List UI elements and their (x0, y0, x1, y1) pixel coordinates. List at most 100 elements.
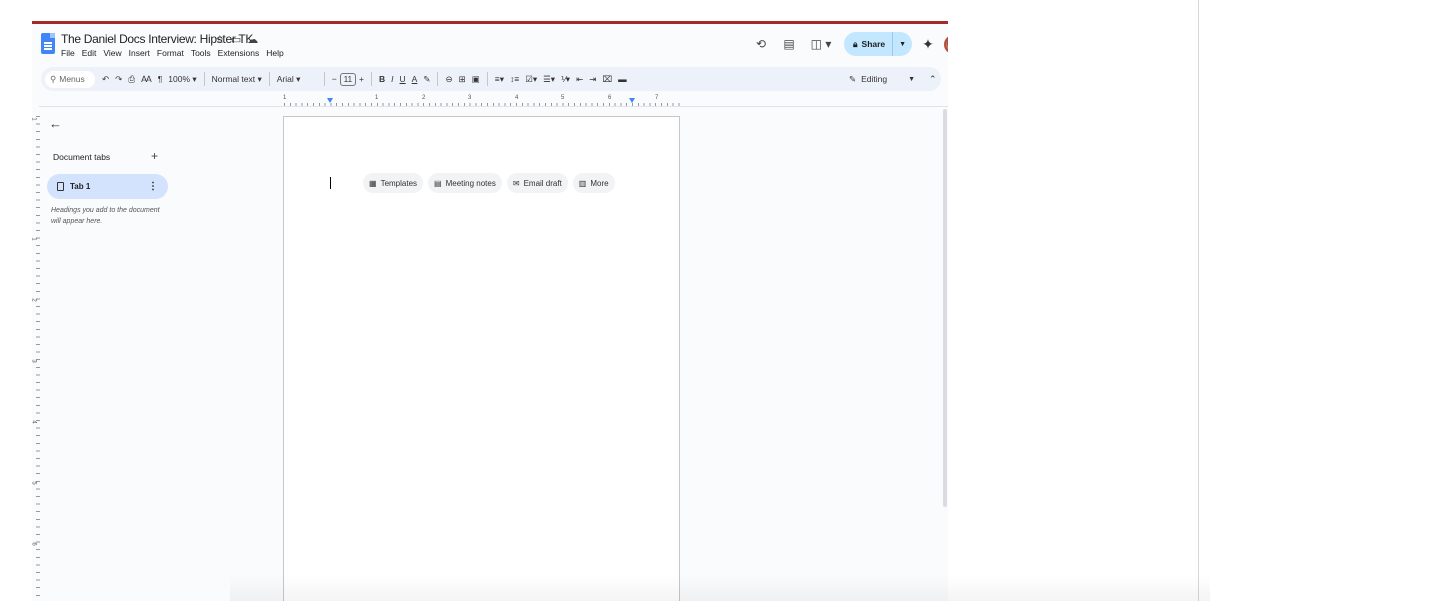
editing-mode-select[interactable]: ✎ Editing ▼ (849, 74, 915, 85)
vertical-scrollbar[interactable] (943, 109, 947, 507)
email-icon: ✉ (512, 178, 520, 188)
tab-more-options-icon[interactable]: ⋮ (148, 181, 158, 192)
toolbar-divider (203, 72, 205, 86)
zoom-value: 100% (168, 73, 191, 84)
toolbar-divider (268, 72, 270, 86)
gemini-icon[interactable]: ✦ (922, 36, 934, 53)
undo-icon[interactable]: ↶ (99, 74, 112, 85)
ruler-mark: 5 (32, 481, 37, 484)
menu-extensions[interactable]: Extensions (218, 48, 260, 58)
menu-edit[interactable]: Edit (82, 48, 97, 58)
templates-chip[interactable]: ▦ Templates (363, 173, 424, 193)
move-folder-icon[interactable]: ▭ (231, 33, 241, 46)
underline-icon[interactable]: U (397, 74, 409, 84)
menu-bar: File Edit View Insert Format Tools Exten… (61, 48, 284, 58)
ruler-mark: 1 (32, 237, 37, 240)
checklist-icon[interactable]: ☑▾ (522, 74, 540, 85)
window-divider (1198, 0, 1199, 601)
toolbar-divider (486, 72, 488, 86)
ruler-mark: 6 (608, 95, 612, 101)
spellcheck-icon[interactable]: Ꜳ (138, 74, 155, 85)
toolbar: ⚲ Menus ↶ ↷ ⎙ Ꜳ ¶ 100% ▾ Normal text ▾ A… (41, 67, 941, 91)
italic-icon[interactable]: I (388, 74, 396, 84)
pencil-icon: ✎ (849, 73, 857, 84)
collapse-menus-icon[interactable]: ⌃ (929, 74, 937, 85)
numbered-list-icon[interactable]: ⅟▾ (558, 74, 573, 85)
search-icon: ⚲ (50, 73, 57, 84)
menu-insert[interactable]: Insert (129, 48, 150, 58)
text-cursor (330, 177, 331, 189)
share-button[interactable]: 🔒︎ Share ▼ (844, 32, 913, 56)
chip-label: More (590, 178, 609, 188)
menu-view[interactable]: View (103, 48, 121, 58)
version-history-icon[interactable]: ⟲ (752, 37, 770, 51)
add-comment-icon[interactable]: ⊞ (456, 74, 469, 85)
redo-icon[interactable]: ↷ (112, 74, 125, 85)
vertical-ruler[interactable]: 1 1 2 3 4 5 6 (32, 116, 40, 601)
input-tools-icon[interactable]: ▬ (615, 74, 630, 84)
ruler-mark: 1 (32, 117, 37, 120)
chip-label: Templates (380, 178, 418, 188)
menu-help[interactable]: Help (266, 48, 283, 58)
lock-icon: 🔒︎ (853, 38, 858, 49)
comments-icon[interactable]: ▤ (780, 37, 798, 51)
zoom-select[interactable]: 100% ▾ (165, 74, 199, 85)
editing-label: Editing (861, 74, 888, 84)
right-indent-marker[interactable] (629, 98, 635, 103)
font-select[interactable]: Arial ▾ (274, 74, 320, 85)
decrease-font-size-icon[interactable]: − (329, 74, 340, 84)
align-icon[interactable]: ≡▾ (492, 74, 507, 85)
increase-indent-icon[interactable]: ⇥ (586, 74, 599, 85)
bulleted-list-icon[interactable]: ☰▾ (540, 74, 558, 85)
clear-formatting-icon[interactable]: ⌧ (599, 74, 615, 85)
document-icon: ▤ (434, 178, 442, 188)
style-select[interactable]: Normal text ▾ (209, 74, 265, 85)
tab-1[interactable]: Tab 1 ⋮ (47, 174, 168, 199)
meet-icon[interactable]: ◫ ▾ (808, 37, 834, 51)
meeting-notes-chip[interactable]: ▤ Meeting notes (428, 173, 502, 193)
ruler-mark: 6 (32, 542, 37, 545)
menu-format[interactable]: Format (157, 48, 184, 58)
back-arrow-icon[interactable]: ← (49, 116, 62, 131)
more-docs-icon: ▥ (578, 178, 587, 188)
chip-label: Email draft (523, 178, 562, 188)
menu-file[interactable]: File (61, 48, 75, 58)
link-icon[interactable]: ⊖ (442, 74, 455, 85)
document-tabs-title: Document tabs (53, 152, 111, 162)
font-size-input[interactable]: 11 (339, 72, 357, 86)
docs-window: The Daniel Docs Interview: Hipster TK ☆ … (32, 21, 948, 601)
title-icons: ☆ ▭ ☁ (215, 33, 258, 46)
line-spacing-icon[interactable]: ↕≡ (507, 74, 522, 84)
bold-icon[interactable]: B (376, 74, 388, 84)
toolbar-divider (323, 72, 325, 86)
toolbar-divider (437, 72, 439, 86)
print-icon[interactable]: ⎙ (125, 74, 138, 85)
menu-tools[interactable]: Tools (191, 48, 211, 58)
insert-image-icon[interactable]: ▣ (469, 74, 483, 85)
style-value: Normal text (211, 73, 256, 84)
search-menus-input[interactable]: ⚲ Menus (45, 70, 95, 88)
more-chip[interactable]: ▥ More (572, 173, 615, 193)
document-page[interactable]: ▦ Templates ▤ Meeting notes ✉ Email draft ▥… (283, 116, 680, 601)
chip-label: Meeting notes (445, 178, 496, 188)
avatar[interactable] (943, 34, 948, 54)
decrease-indent-icon[interactable]: ⇤ (573, 74, 586, 85)
ruler-divider (39, 106, 948, 107)
share-dropdown-icon[interactable]: ▼ (893, 41, 912, 48)
templates-icon: ▦ (369, 178, 377, 188)
document-tab-icon (57, 182, 64, 191)
cloud-status-icon[interactable]: ☁ (247, 33, 258, 46)
text-color-icon[interactable]: A (409, 74, 421, 84)
email-draft-chip[interactable]: ✉ Email draft (506, 173, 568, 193)
highlight-icon[interactable]: ✎ (420, 74, 433, 85)
paint-format-icon[interactable]: ¶ (155, 74, 166, 84)
left-indent-marker[interactable] (327, 98, 333, 103)
window-accent-bar (32, 21, 948, 24)
increase-font-size-icon[interactable]: + (356, 74, 367, 84)
ruler-mark: 5 (561, 95, 565, 101)
smart-chips: ▦ Templates ▤ Meeting notes ✉ Email draft ▥… (363, 173, 615, 193)
ruler-mark: 1 (283, 95, 287, 101)
add-tab-icon[interactable]: + (151, 149, 158, 163)
star-icon[interactable]: ☆ (215, 33, 225, 46)
docs-logo-icon[interactable] (41, 33, 55, 54)
